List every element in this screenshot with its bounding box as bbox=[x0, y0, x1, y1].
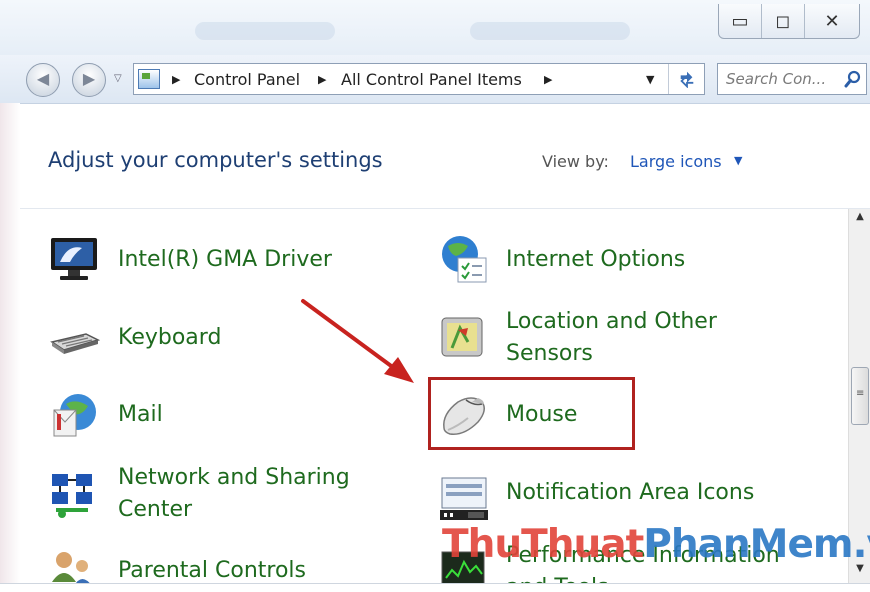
item-label[interactable]: Center bbox=[118, 494, 192, 526]
back-button[interactable]: ◀ bbox=[26, 63, 60, 97]
address-dropdown-icon[interactable]: ▼ bbox=[646, 73, 654, 86]
view-by-dropdown[interactable]: Large icons bbox=[630, 152, 722, 171]
refresh-icon bbox=[679, 71, 693, 88]
watermark: ThuThuatPhanMem.vn bbox=[442, 522, 870, 567]
breadcrumb-chevron-icon[interactable]: ▶ bbox=[318, 73, 326, 86]
keyboard-icon bbox=[50, 333, 100, 354]
mouse-highlight-box bbox=[428, 377, 635, 450]
scrollbar-thumb[interactable]: ≡ bbox=[851, 367, 869, 425]
scroll-up-arrow-icon[interactable]: ▲ bbox=[849, 211, 870, 229]
search-icon[interactable] bbox=[844, 70, 862, 88]
forward-arrow-icon: ▶ bbox=[82, 69, 96, 88]
notification-area-icon bbox=[440, 477, 488, 520]
title-bar: ▭ ◻ ✕ bbox=[0, 0, 870, 55]
grip-icon: ≡ bbox=[856, 388, 865, 399]
blurred-taskbar-item bbox=[470, 22, 630, 40]
blurred-taskbar-item bbox=[195, 22, 335, 40]
breadcrumb-chevron-icon[interactable]: ▶ bbox=[544, 73, 552, 86]
recent-pages-dropdown[interactable]: ▽ bbox=[114, 73, 122, 84]
view-by-chevron-icon[interactable]: ▼ bbox=[734, 154, 742, 167]
search-input[interactable] bbox=[726, 68, 838, 90]
watermark-part-1: ThuThuat bbox=[442, 522, 644, 567]
mail-icon bbox=[53, 394, 96, 437]
item-label[interactable]: Location and Other bbox=[506, 306, 717, 338]
item-label[interactable]: Sensors bbox=[506, 338, 593, 370]
refresh-button[interactable] bbox=[668, 64, 706, 94]
internet-options-icon bbox=[442, 236, 487, 283]
location-sensor-icon bbox=[441, 317, 483, 357]
watermark-part-3: .vn bbox=[852, 522, 870, 567]
window-controls: ▭ ◻ ✕ bbox=[718, 4, 860, 39]
watermark-part-2: PhanMem bbox=[643, 522, 853, 567]
item-label[interactable]: Network and Sharing bbox=[118, 462, 350, 494]
monitor-icon bbox=[51, 238, 97, 280]
item-label[interactable]: Intel(R) GMA Driver bbox=[118, 244, 332, 276]
maximize-button[interactable]: ◻ bbox=[762, 4, 805, 38]
item-label[interactable]: Internet Options bbox=[506, 244, 685, 276]
view-by-label: View by: bbox=[542, 152, 609, 171]
back-arrow-icon: ◀ bbox=[36, 69, 50, 88]
control-panel-icon bbox=[138, 69, 160, 89]
item-label[interactable]: Notification Area Icons bbox=[506, 477, 754, 509]
item-label[interactable]: Mail bbox=[118, 399, 163, 431]
search-box[interactable] bbox=[717, 63, 867, 95]
minimize-button[interactable]: ▭ bbox=[719, 4, 762, 38]
breadcrumb-control-panel[interactable]: Control Panel bbox=[194, 70, 300, 89]
forward-button[interactable]: ▶ bbox=[72, 63, 106, 97]
window-bottom-edge bbox=[0, 583, 870, 592]
breadcrumb-chevron-icon[interactable]: ▶ bbox=[172, 73, 180, 86]
window-left-edge bbox=[0, 103, 20, 592]
network-icon bbox=[52, 474, 92, 518]
content-header: Adjust your computer's settings View by:… bbox=[20, 104, 870, 209]
address-bar[interactable]: ▶ Control Panel ▶ All Control Panel Item… bbox=[133, 63, 705, 95]
navigation-bar: ◀ ▶ ▽ ▶ Control Panel ▶ All Control Pane… bbox=[0, 55, 870, 104]
control-panel-window: ▭ ◻ ✕ ◀ ▶ ▽ ▶ Control Panel ▶ All Contro… bbox=[0, 0, 870, 592]
close-button[interactable]: ✕ bbox=[805, 4, 859, 38]
page-title: Adjust your computer's settings bbox=[48, 148, 383, 172]
item-label[interactable]: Keyboard bbox=[118, 322, 221, 354]
breadcrumb-all-items[interactable]: All Control Panel Items bbox=[341, 70, 522, 89]
